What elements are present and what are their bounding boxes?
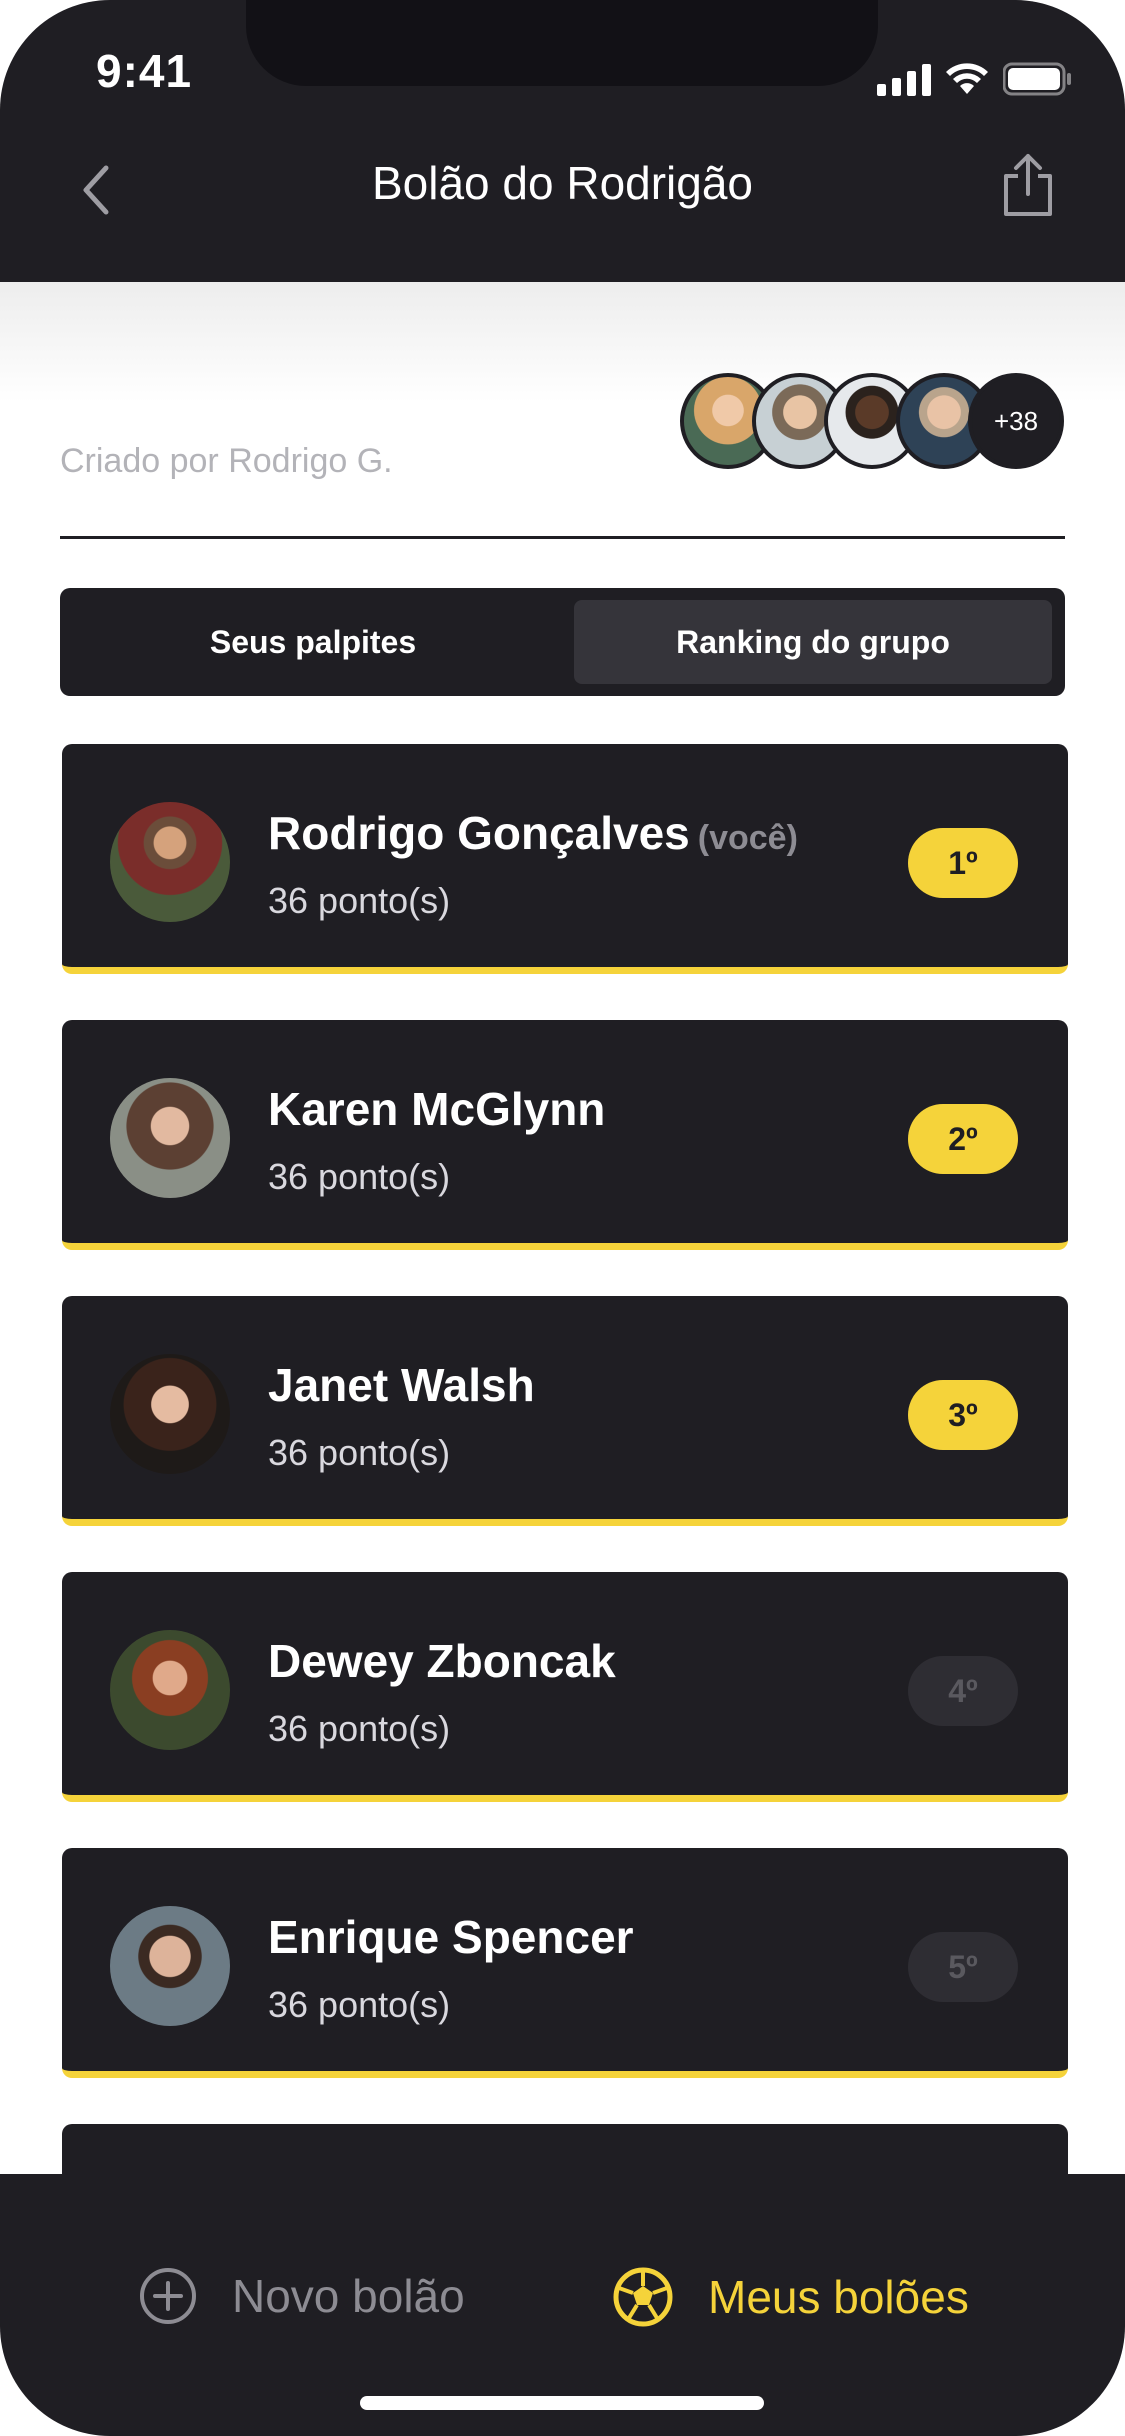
ranking-card[interactable]: Janet Walsh 36 ponto(s) 3º xyxy=(62,1296,1068,1526)
rank-badge: 4º xyxy=(908,1656,1018,1726)
user-points: 36 ponto(s) xyxy=(268,1984,451,2025)
bottom-tab-bar: Novo bolão Meus bolões xyxy=(0,2174,1125,2436)
rank-badge: 2º xyxy=(908,1104,1018,1174)
battery-icon xyxy=(1003,62,1071,96)
share-icon[interactable] xyxy=(998,150,1058,220)
soccer-ball-icon xyxy=(613,2267,673,2327)
device-notch xyxy=(246,0,878,86)
segmented-control: Seus palpites Ranking do grupo xyxy=(60,588,1065,696)
ranking-card[interactable]: Rodrigo Gonçalves (você) 36 ponto(s) 1º xyxy=(62,744,1068,974)
ranking-card[interactable]: Karen McGlynn 36 ponto(s) 2º xyxy=(62,1020,1068,1250)
user-name: Janet Walsh xyxy=(268,1359,535,1411)
rank-badge: 3º xyxy=(908,1380,1018,1450)
user-avatar xyxy=(110,1906,230,2026)
user-points: 36 ponto(s) xyxy=(268,1156,451,1197)
status-icons xyxy=(877,56,1073,96)
user-name: Dewey Zboncak xyxy=(268,1635,616,1687)
user-points: 36 ponto(s) xyxy=(268,880,451,921)
more-members-badge[interactable]: +38 xyxy=(968,373,1064,469)
user-name: Rodrigo Gonçalves (você) xyxy=(268,807,798,859)
section-divider xyxy=(60,536,1065,539)
user-points: 36 ponto(s) xyxy=(268,1432,451,1473)
user-name: Karen McGlynn xyxy=(268,1083,606,1135)
user-name: Enrique Spencer xyxy=(268,1911,634,1963)
ranking-card[interactable]: Dewey Zboncak 36 ponto(s) 4º xyxy=(62,1572,1068,1802)
tab-novo-bolao[interactable]: Novo bolão xyxy=(138,2266,465,2326)
rank-badge: 5º xyxy=(908,1932,1018,2002)
user-avatar xyxy=(110,1630,230,1750)
rank-badge: 1º xyxy=(908,828,1018,898)
user-points: 36 ponto(s) xyxy=(268,1708,451,1749)
plus-circle-icon xyxy=(140,2268,196,2324)
created-by-label: Criado por Rodrigo G. xyxy=(60,442,393,480)
user-avatar xyxy=(110,1354,230,1474)
user-avatar xyxy=(110,1078,230,1198)
tab-meus-boloes[interactable]: Meus bolões xyxy=(612,2266,969,2328)
status-time: 9:41 xyxy=(96,45,193,97)
tab-seus-palpites[interactable]: Seus palpites xyxy=(74,600,552,684)
wifi-icon xyxy=(946,63,988,94)
you-tag: (você) xyxy=(697,819,798,857)
page-title: Bolão do Rodrigão xyxy=(371,157,754,209)
user-avatar xyxy=(110,802,230,922)
phone-screen: 9:41 Bolão do Rodrigão Criado por Rodrig… xyxy=(0,0,1125,2436)
cellular-signal-icon xyxy=(877,62,931,96)
nav-header: 9:41 Bolão do Rodrigão xyxy=(0,0,1125,282)
home-indicator xyxy=(360,2396,764,2410)
tab-ranking-do-grupo[interactable]: Ranking do grupo xyxy=(574,600,1052,684)
ranking-card[interactable]: Enrique Spencer 36 ponto(s) 5º xyxy=(62,1848,1068,2078)
tab-label: Novo bolão xyxy=(232,2270,465,2322)
tab-label: Meus bolões xyxy=(708,2271,969,2323)
